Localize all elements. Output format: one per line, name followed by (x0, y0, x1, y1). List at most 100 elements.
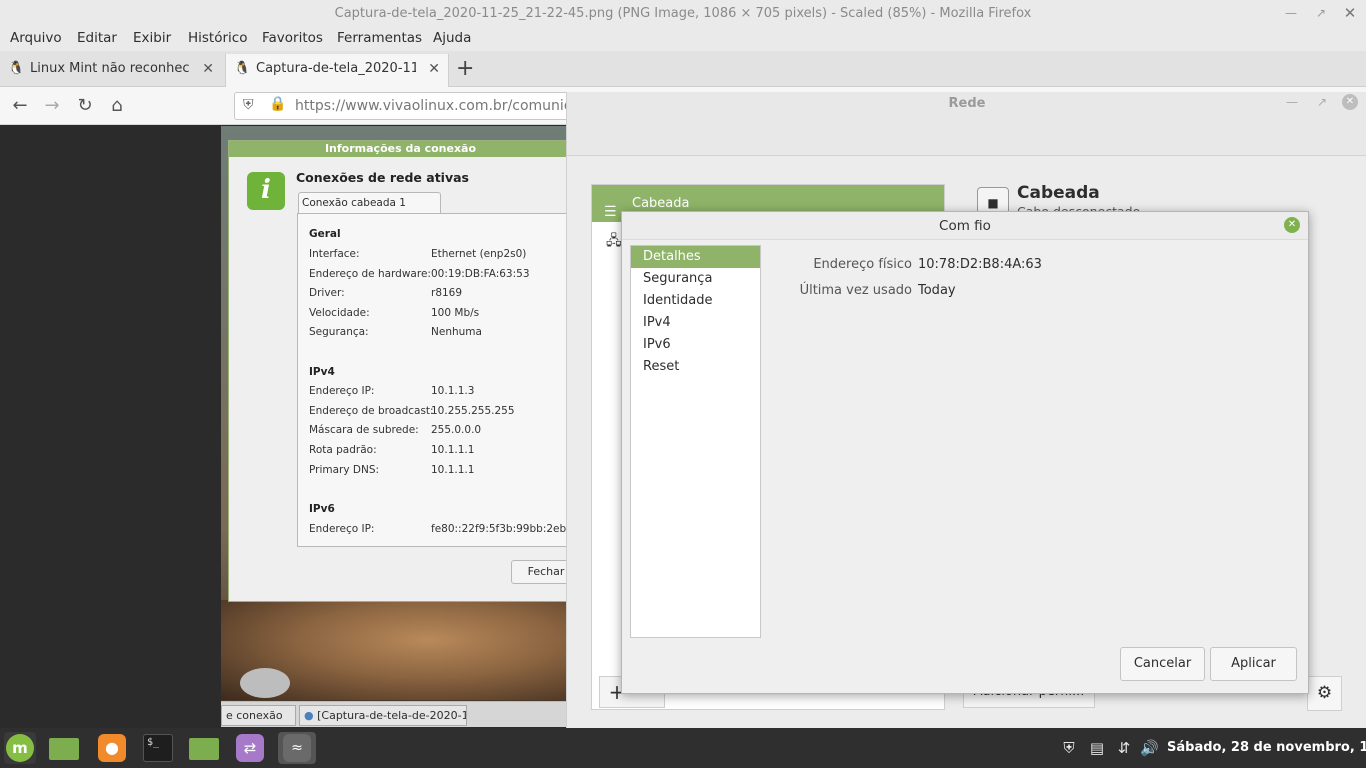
wallpaper-rock (240, 668, 290, 698)
sidebar-item-ipv6[interactable]: IPv6 (631, 334, 760, 356)
apply-button[interactable]: Aplicar (1210, 647, 1297, 681)
close-icon[interactable]: ✕ (1340, 3, 1360, 23)
sidebar-item-ipv4[interactable]: IPv4 (631, 312, 760, 334)
lock-icon[interactable]: 🔒 (269, 96, 286, 112)
detail-label: Rota padrão: (309, 444, 377, 456)
connection-details-panel: Geral Interface: Ethernet (enp2s0) Ender… (297, 213, 587, 547)
detail-label: Endereço IP: (309, 523, 375, 535)
maximize-icon[interactable]: ↗ (1311, 3, 1331, 23)
menu-button[interactable]: m (4, 732, 36, 764)
transfer-icon: ⇄ (236, 734, 264, 762)
dialog-title: Com fio (622, 212, 1308, 240)
show-desktop-button[interactable] (48, 732, 80, 764)
new-tab-icon[interactable]: + (456, 56, 474, 81)
url-text: https://www.vivaolinux.com.br/comunidade (295, 98, 599, 114)
screenshot-task-item: e conexão (221, 705, 296, 726)
wired-connection-dialog: Com fio ✕ Detalhes Segurança Identidade … (621, 211, 1309, 694)
gear-icon[interactable]: ⚙ (1307, 676, 1342, 711)
forward-icon[interactable]: → (40, 94, 64, 118)
detail-label: Endereço de broadcast: (309, 405, 434, 417)
detail-value: Ethernet (enp2s0) (431, 248, 527, 260)
tab-label: Linux Mint não reconhece c (30, 61, 190, 76)
last-used-label: Última vez usado (799, 283, 912, 298)
close-icon[interactable]: ✕ (1284, 217, 1300, 233)
screenshot-task-label: [Captura-de-tela-de-2020-11... (317, 709, 467, 722)
sidebar-item-detalhes[interactable]: Detalhes (631, 246, 760, 268)
detail-value: r8169 (431, 287, 463, 299)
settings-sidebar: Detalhes Segurança Identidade IPv4 IPv6 … (630, 245, 761, 638)
volume-icon[interactable]: 🔊 (1140, 739, 1159, 757)
back-icon[interactable]: ← (8, 94, 32, 118)
menu-ajuda[interactable]: Ajuda (433, 30, 471, 46)
sidebar-item-reset[interactable]: Reset (631, 356, 760, 378)
network-icon[interactable]: ⇵ (1115, 739, 1133, 757)
detail-label: Endereço de hardware: (309, 268, 431, 280)
detail-value: 10.1.1.3 (431, 385, 475, 397)
minimize-icon[interactable]: — (1281, 3, 1301, 23)
detail-value: 100 Mb/s (431, 307, 480, 319)
tab-captura[interactable]: 🐧 Captura-de-tela_2020-11-2 ✕ (225, 54, 449, 87)
tux-icon: 🐧 (234, 61, 251, 76)
tux-icon: 🐧 (8, 61, 25, 76)
network-device-icon[interactable]: 🖧 (606, 230, 622, 254)
detail-value: 255.0.0.0 (431, 424, 482, 436)
transfer-launcher[interactable]: ⇄ (234, 732, 266, 764)
detail-label: Velocidade: (309, 307, 370, 319)
section-ipv6: IPv6 (309, 503, 335, 515)
dialog-title: Informações da conexão (229, 141, 572, 157)
close-icon[interactable]: ✕ (1342, 94, 1358, 110)
cancel-button[interactable]: Cancelar (1120, 647, 1205, 681)
shield-icon[interactable]: ⛨ (243, 97, 254, 113)
wifi-icon: ≈ (283, 734, 311, 762)
menu-arquivo[interactable]: Arquivo (10, 30, 62, 46)
shield-icon[interactable]: ⛨ (1060, 739, 1078, 757)
physical-address-value: 10:78:D2:B8:4A:63 (918, 257, 1042, 272)
section-ipv4: IPv4 (309, 366, 335, 378)
window-title: Captura-de-tela_2020-11-25_21-22-45.png … (334, 6, 1032, 21)
clipboard-icon[interactable]: ▤ (1088, 739, 1106, 757)
home-icon[interactable]: ⌂ (105, 94, 129, 118)
screenshot-taskbar: e conexão ● [Captura-de-tela-de-2020-11.… (221, 701, 566, 727)
menu-editar[interactable]: Editar (77, 30, 117, 46)
menu-historico[interactable]: Histórico (188, 30, 247, 46)
detail-value: fe80::22f9:5f3b:99bb:2eba/64 (431, 523, 587, 535)
tab-close-icon[interactable]: ✕ (202, 54, 214, 84)
detail-value: 10.255.255.255 (431, 405, 515, 417)
network-window-button[interactable]: ≈ (278, 732, 316, 764)
tab-strip: 🐧 Linux Mint não reconhece c ✕ 🐧 Captura-d… (0, 51, 1366, 87)
taskbar: m ● $_ ⇄ ≈ ⛨ ▤ ⇵ 🔊 Sábado, 28 de novembr… (0, 728, 1366, 768)
detail-label: Interface: (309, 248, 360, 260)
tab-linux-mint[interactable]: 🐧 Linux Mint não reconhece c ✕ (0, 54, 222, 87)
connection-info-dialog: Informações da conexão i Conexões de red… (228, 140, 587, 602)
reload-icon[interactable]: ↻ (73, 94, 97, 118)
dialog-heading: Conexões de rede ativas (296, 170, 469, 185)
tab-connection[interactable]: Conexão cabeada 1 (padrão) (298, 192, 441, 229)
detail-label: Primary DNS: (309, 464, 380, 476)
detail-value: 00:19:DB:FA:63:53 (431, 268, 530, 280)
tab-close-icon[interactable]: ✕ (428, 54, 440, 84)
terminal-launcher[interactable]: $_ (142, 732, 174, 764)
menu-exibir[interactable]: Exibir (133, 30, 171, 46)
window-title: Rede (948, 96, 986, 111)
menu-favoritos[interactable]: Favoritos (262, 30, 323, 46)
folder-icon (189, 738, 219, 760)
detail-label: Máscara de subrede: (309, 424, 419, 436)
menu-ferramentas[interactable]: Ferramentas (337, 30, 422, 46)
device-heading: Cabeada (1017, 183, 1100, 203)
terminal-icon: $_ (143, 734, 173, 762)
folder-icon (49, 738, 79, 760)
firefox-icon: ● (98, 734, 126, 762)
maximize-icon[interactable]: ↗ (1317, 95, 1327, 109)
detail-value: 10.1.1.1 (431, 464, 475, 476)
files-launcher[interactable] (188, 732, 220, 764)
sidebar-item-seguranca[interactable]: Segurança (631, 268, 760, 290)
mint-logo-icon: m (6, 734, 34, 762)
firefox-launcher[interactable]: ● (96, 732, 128, 764)
minimize-icon[interactable]: — (1286, 95, 1298, 109)
clock[interactable]: Sábado, 28 de novembro, 13:49 (1167, 740, 1366, 755)
info-icon: i (247, 172, 285, 210)
wired-network-icon: ☰ (604, 204, 617, 220)
firefox-icon: ● (304, 709, 314, 722)
window-title-bar: Captura-de-tela_2020-11-25_21-22-45.png … (0, 0, 1366, 27)
sidebar-item-identidade[interactable]: Identidade (631, 290, 760, 312)
